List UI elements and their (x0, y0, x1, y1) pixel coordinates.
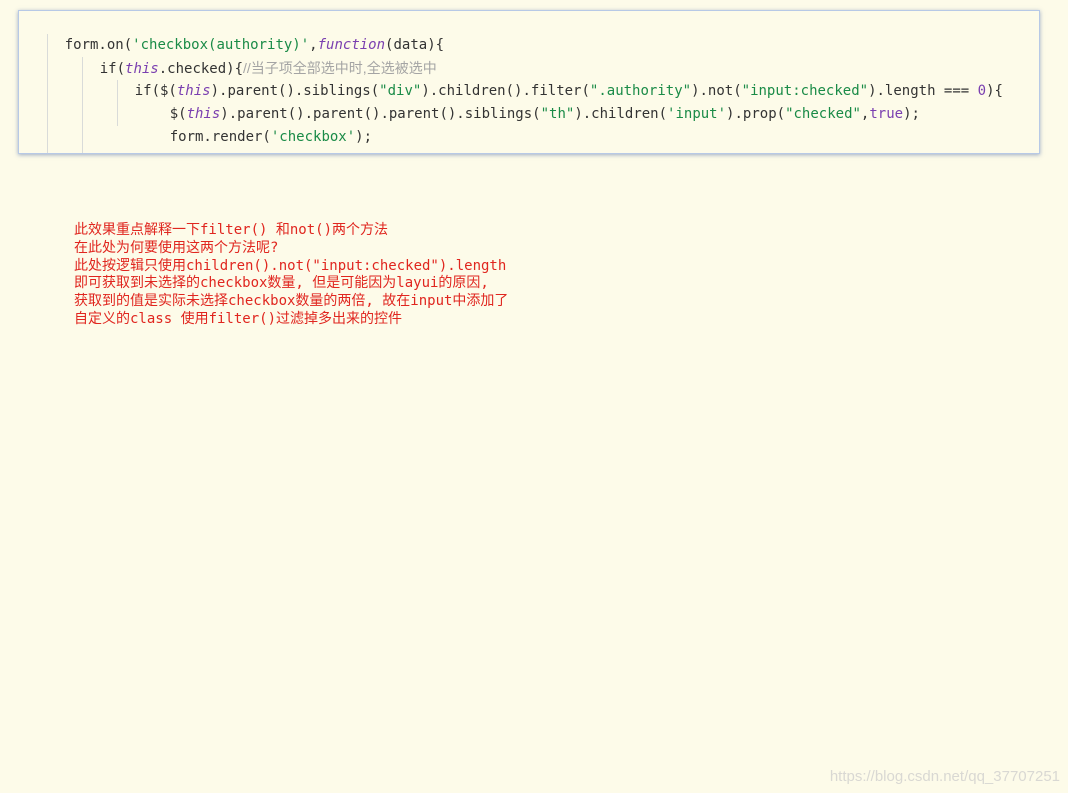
code-line-1: form.on('checkbox(authority)',function(d… (31, 11, 444, 53)
watermark: https://blog.csdn.net/qq_37707251 (829, 768, 1060, 785)
code-token: 'checkbox' (270, 129, 356, 145)
code-token: ); (903, 106, 920, 122)
code-token: } (135, 152, 143, 153)
code-screenshot-panel: form.on('checkbox(authority)',function(d… (18, 10, 1040, 154)
cropped-code-line (169, 151, 389, 153)
note-line: 获取到的值是实际未选择checkbox数量的两倍, 故在input中添加了 (74, 293, 509, 310)
code-line-5: form.render('checkbox'); (136, 103, 372, 145)
code-token: ).children( (574, 106, 668, 122)
code-token: 0 (977, 83, 987, 99)
code-token: 'input' (667, 106, 727, 122)
code-token: "checked" (785, 106, 861, 122)
code-token: form.render( (169, 129, 271, 145)
code-token: "th" (540, 106, 575, 122)
code-line-4: $(this).parent().parent().parent().sibli… (136, 80, 920, 122)
note-line: 自定义的class 使用filter()过滤掉多出来的控件 (74, 310, 403, 327)
note-line: 在此处为何要使用这两个方法呢? (74, 239, 279, 256)
note-line: 即可获取到未选择的checkbox数量, 但是可能因为layui的原因, (74, 275, 489, 292)
code-line-6: } (101, 126, 143, 153)
note-line: 此效果重点解释一下filter() 和not()两个方法 (74, 222, 389, 238)
code-token: true (869, 106, 904, 122)
note-line: 此处按逻辑只使用children().not("input:checked").… (74, 257, 507, 274)
code-token: ){ (986, 83, 1003, 99)
code-line-3: if($(this).parent().siblings("div").chil… (101, 57, 1003, 99)
code-token: ); (355, 129, 373, 145)
code-line-2: if(this.checked){//当子项全部选中时,全选被选中 (66, 34, 437, 77)
explanation-notes: 此效果重点解释一下filter() 和not()两个方法 在此处为何要使用这两个… (74, 222, 508, 329)
code-token: ).prop( (726, 106, 786, 122)
